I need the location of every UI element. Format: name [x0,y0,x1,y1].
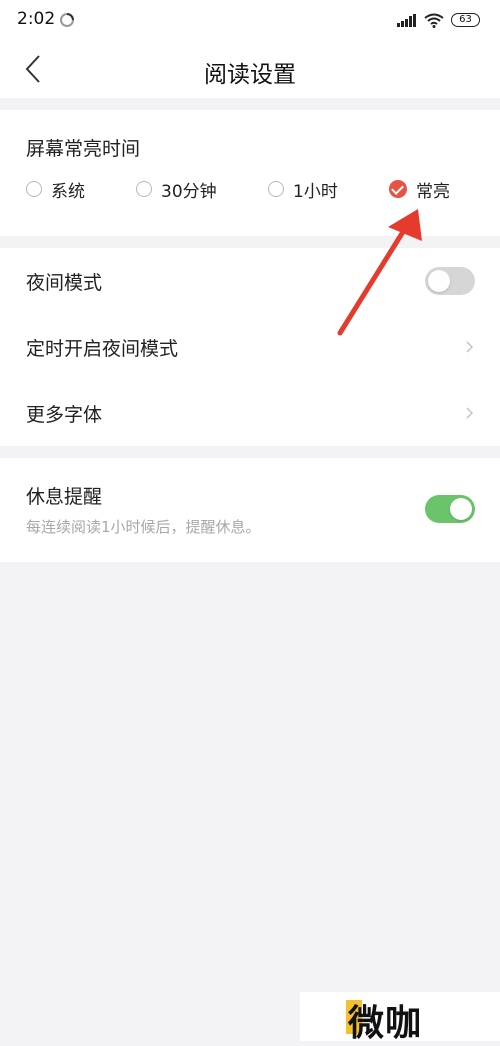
radio-label: 系统 [51,181,85,202]
toggle-knob [428,270,450,292]
status-time: 2:02 [17,9,56,29]
rest-reminder-section: 休息提醒 每连续阅读1小时候后，提醒休息。 [0,458,500,562]
signal-icon [397,14,416,27]
night-mode-toggle[interactable] [425,267,475,295]
watermark-text: 微咖 [348,1003,423,1044]
night-mode-label: 夜间模式 [26,272,103,294]
radio-label: 1小时 [293,181,338,202]
red-arrow-annotation-icon [337,209,422,336]
radio-option-system[interactable]: 系统 [26,174,85,204]
loading-icon [60,13,74,27]
radio-label: 常亮 [416,181,450,202]
radio-unchecked-icon [26,181,42,197]
toggle-knob [450,498,472,520]
app-header: 阅读设置 [0,42,500,98]
radio-unchecked-icon [268,181,284,197]
screen-on-label: 屏幕常亮时间 [26,138,141,160]
battery-indicator: 63 [451,13,480,27]
more-fonts-row[interactable]: 更多字体 [0,380,500,446]
radio-option-30min[interactable]: 30分钟 [136,174,217,204]
wifi-icon [424,13,444,28]
radio-option-always-on[interactable]: 常亮 [389,174,450,204]
page-title: 阅读设置 [204,62,296,88]
chevron-right-icon [466,407,474,419]
watermark-logo: 微咖 [300,992,500,1044]
status-bar: 2:02 63 [0,0,500,40]
more-fonts-label: 更多字体 [26,404,103,426]
rest-reminder-description: 每连续阅读1小时候后，提醒休息。 [26,518,261,536]
chevron-right-icon [466,341,474,353]
rest-reminder-toggle[interactable] [425,495,475,523]
rest-reminder-title: 休息提醒 [26,486,103,508]
radio-checked-icon [389,180,407,198]
scheduled-night-mode-label: 定时开启夜间模式 [26,338,179,360]
radio-option-1hour[interactable]: 1小时 [268,174,338,204]
radio-label: 30分钟 [161,181,217,202]
radio-unchecked-icon [136,181,152,197]
